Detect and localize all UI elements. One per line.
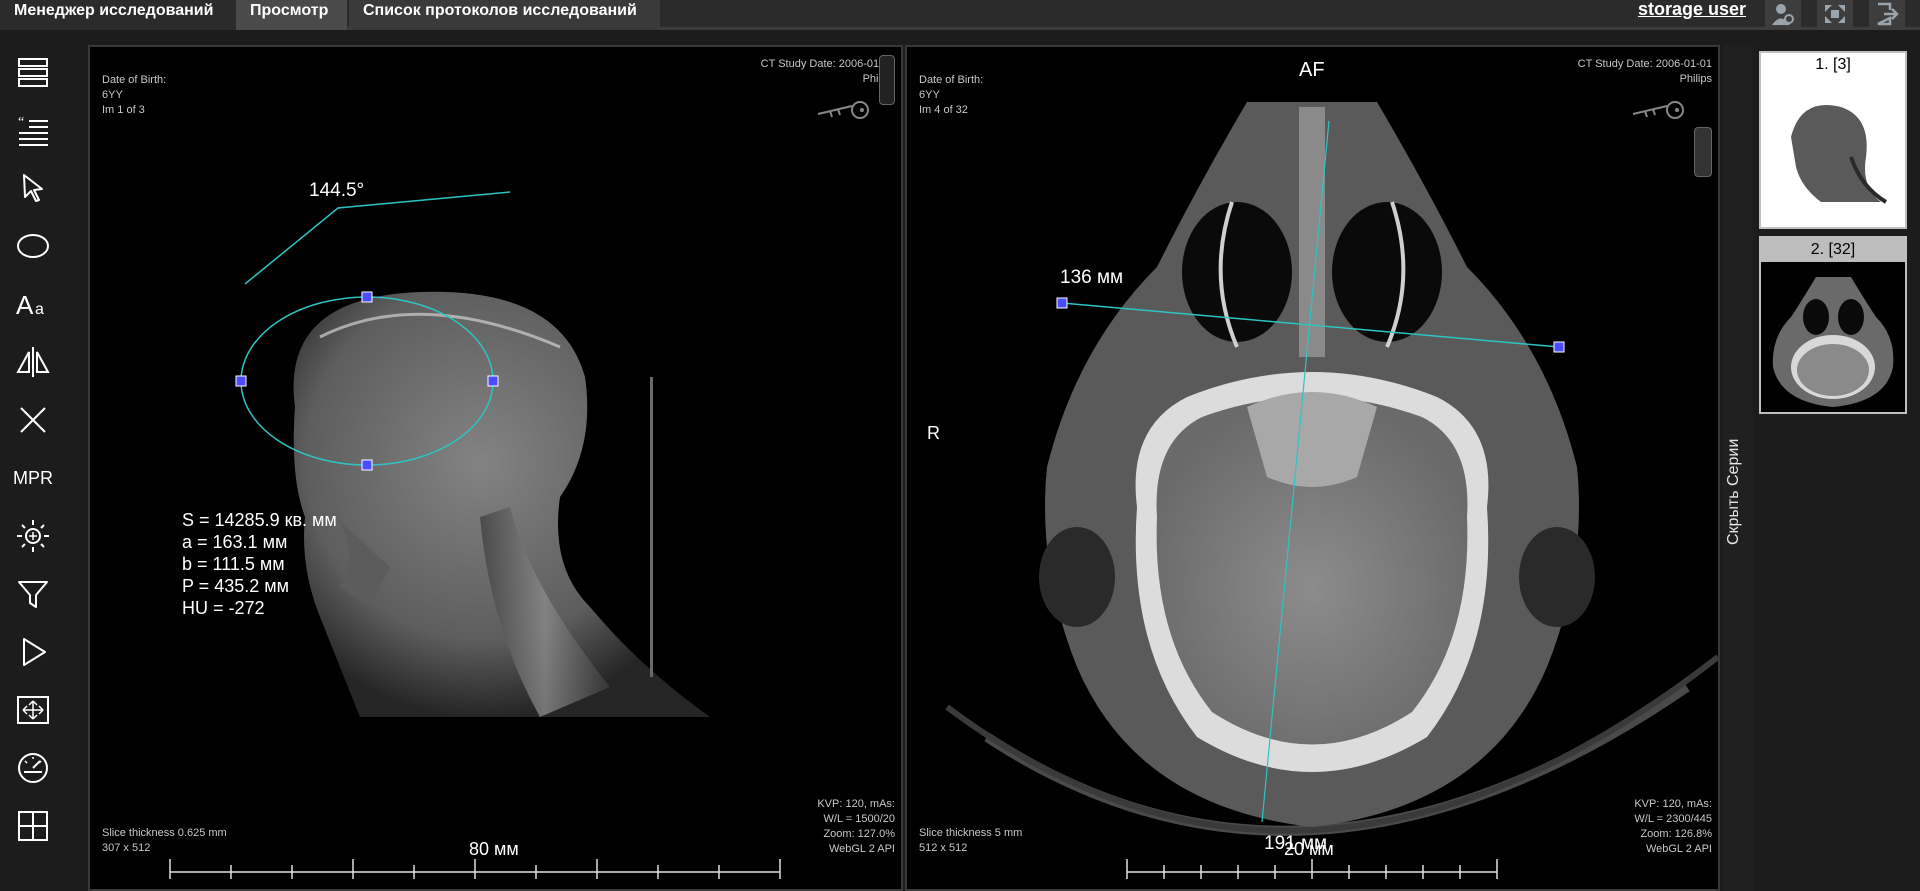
render-api: WebGL 2 API	[828, 843, 895, 855]
image-index: Im 1 of 3	[102, 104, 145, 116]
series-label: 1. [3]	[1761, 53, 1905, 77]
render-info: KVP: 120, mAs: W/L = 2300/445 Zoom: 126.…	[1634, 797, 1712, 857]
user-settings-icon[interactable]	[1765, 0, 1801, 27]
perimeter-stat: P = 435.2 мм	[182, 576, 289, 596]
fit-icon[interactable]	[9, 686, 57, 734]
patient-info: Date of Birth: 6YY Im 4 of 32	[919, 73, 983, 118]
filter-icon[interactable]	[9, 570, 57, 618]
area-stat: S = 14285.9 кв. мм	[182, 510, 337, 530]
dob-value: 6YY	[102, 89, 123, 101]
grid-icon[interactable]	[9, 802, 57, 850]
fullscreen-icon[interactable]	[1817, 0, 1853, 27]
user-link[interactable]: storage user	[1638, 0, 1746, 24]
series-thumbnail[interactable]: 1. [3]	[1759, 51, 1907, 229]
axis-b-stat: b = 111.5 мм	[182, 554, 285, 574]
kvp-info: KVP: 120, mAs:	[817, 798, 895, 810]
manufacturer: Philips	[1679, 73, 1712, 85]
orientation-left: R	[927, 423, 940, 443]
series-thumbnail[interactable]: 2. [32]	[1759, 236, 1907, 414]
pointer-icon[interactable]	[9, 164, 57, 212]
tab-protocol-list[interactable]: Список протоколов исследований	[349, 0, 660, 30]
scale-label: 20 мм	[1284, 839, 1334, 859]
text-annotation-icon[interactable]: Aa	[9, 280, 57, 328]
viewport-axial[interactable]: Date of Birth: 6YY Im 4 of 32 CT Study D…	[905, 45, 1720, 891]
study-info: CT Study Date: 2006-01-01 Philips	[1578, 57, 1712, 87]
logout-icon[interactable]	[1869, 0, 1905, 27]
axis-a-stat: a = 163.1 мм	[182, 532, 288, 552]
matrix-size: 307 x 512	[102, 842, 151, 854]
matrix-size: 512 x 512	[919, 842, 968, 854]
ellipse-icon[interactable]	[9, 222, 57, 270]
flip-icon[interactable]	[9, 338, 57, 386]
study-date: CT Study Date: 2006-01-01	[760, 58, 895, 70]
kvp-info: KVP: 120, mAs:	[1634, 798, 1712, 810]
series-preview	[1761, 262, 1905, 412]
zoom-level: Zoom: 127.0%	[823, 828, 895, 840]
play-icon[interactable]	[9, 628, 57, 676]
scale-label: 80 мм	[469, 839, 519, 859]
study-date: CT Study Date: 2006-01-01	[1577, 58, 1712, 70]
slice-thickness: Slice thickness 5 mm	[919, 827, 1023, 839]
dob-label: Date of Birth:	[102, 74, 167, 86]
speed-icon[interactable]	[9, 744, 57, 792]
scrollbar[interactable]	[1694, 127, 1712, 177]
study-info: CT Study Date: 2006-01-01 Philips	[761, 57, 895, 87]
viewer-app: Менеджер исследований Просмотр Список пр…	[0, 0, 1920, 891]
render-info: KVP: 120, mAs: W/L = 1500/20 Zoom: 127.0…	[817, 797, 895, 857]
key-icon[interactable]	[1631, 100, 1687, 120]
series-preview	[1761, 77, 1905, 227]
hide-series-label: Скрыть Серии	[1725, 438, 1742, 545]
key-icon[interactable]	[816, 100, 872, 120]
angle-label: 144.5°	[309, 180, 365, 201]
mpr-label: MPR	[13, 467, 53, 488]
tab-study-manager[interactable]: Менеджер исследований	[0, 0, 236, 30]
slice-info: Slice thickness 5 mm 512 x 512	[919, 826, 1022, 856]
slice-info: Slice thickness 0.625 mm 307 x 512	[102, 826, 227, 856]
svg-text:A: A	[16, 290, 34, 320]
dob-label: Date of Birth:	[919, 74, 984, 86]
ellipse-stats: S = 14285.9 кв. мм a = 163.1 мм b = 111.…	[182, 509, 337, 619]
svg-text:a: a	[35, 301, 44, 318]
brightness-icon[interactable]	[9, 512, 57, 560]
top-bar: Менеджер исследований Просмотр Список пр…	[0, 0, 1920, 30]
viewport-sagittal[interactable]: Date of Birth: 6YY Im 1 of 3 CT Study Da…	[88, 45, 903, 891]
hu-stat: HU = -272	[182, 598, 265, 618]
delete-icon[interactable]	[9, 396, 57, 444]
dob-value: 6YY	[919, 89, 940, 101]
text-list-icon[interactable]: “	[9, 106, 57, 154]
svg-text:“: “	[18, 115, 24, 130]
manufacturer: Philips	[761, 72, 895, 87]
tab-view[interactable]: Просмотр	[236, 0, 347, 30]
mpr-icon[interactable]: MPR	[9, 454, 57, 502]
line-measure-label: 136 мм	[1060, 267, 1124, 288]
series-label: 2. [32]	[1761, 238, 1905, 262]
hide-series-toggle[interactable]: Скрыть Серии	[1723, 45, 1753, 891]
sagittal-image	[169, 191, 781, 879]
render-api: WebGL 2 API	[1645, 843, 1712, 855]
series-panel: 1. [3] 2. [32]	[1757, 45, 1920, 891]
tool-bar: “ Aa MPR	[0, 40, 68, 891]
patient-info: Date of Birth: 6YY Im 1 of 3	[102, 73, 166, 118]
orientation-top: AF	[1299, 59, 1325, 81]
layout-icon[interactable]	[9, 48, 57, 96]
zoom-level: Zoom: 126.8%	[1640, 828, 1712, 840]
scrollbar[interactable]	[879, 55, 895, 105]
axial-image	[945, 102, 1718, 879]
window-level: W/L = 1500/20	[823, 813, 895, 825]
slice-thickness: Slice thickness 0.625 mm	[102, 827, 227, 839]
image-index: Im 4 of 32	[919, 104, 968, 116]
window-level: W/L = 2300/445	[1634, 813, 1712, 825]
